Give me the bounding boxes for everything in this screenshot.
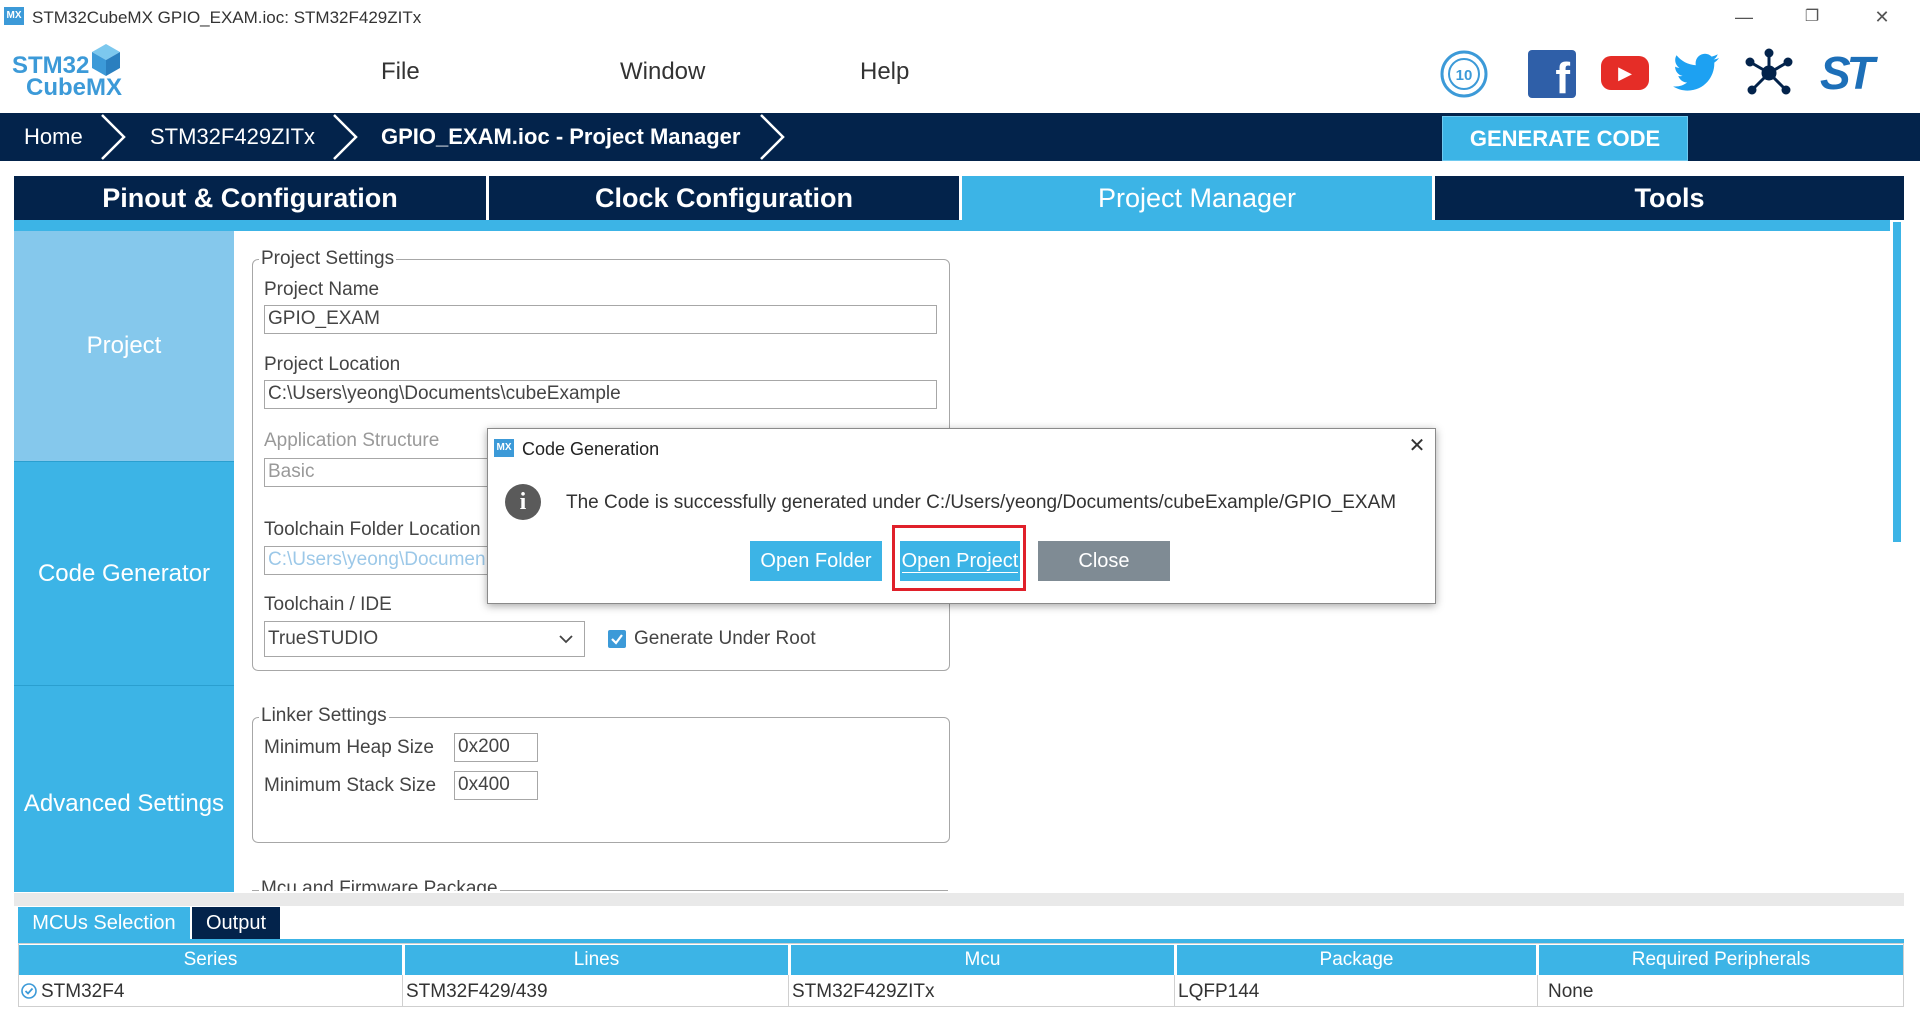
dialog-close-icon[interactable]: ✕ xyxy=(1404,433,1430,458)
minimize-button[interactable]: — xyxy=(1714,0,1774,36)
nav-code-generator[interactable]: Code Generator xyxy=(14,461,234,686)
cell-lines: STM32F429/439 xyxy=(406,981,548,1002)
toolchain-ide-value: TrueSTUDIO xyxy=(268,628,379,649)
project-name-label: Project Name xyxy=(264,279,380,300)
scrollbar-thumb[interactable] xyxy=(1893,222,1901,542)
linker-settings-legend: Linker Settings xyxy=(259,705,389,727)
breadcrumb-home[interactable]: Home xyxy=(24,113,83,161)
menu-window[interactable]: Window xyxy=(620,58,705,86)
toolchain-ide-select[interactable]: TrueSTUDIO xyxy=(264,621,585,657)
min-heap-input[interactable]: 0x200 xyxy=(454,733,538,762)
tab-clock-configuration[interactable]: Clock Configuration xyxy=(489,176,959,220)
anniversary-10-icon[interactable]: 10 xyxy=(1440,50,1488,98)
dialog-message: The Code is successfully generated under… xyxy=(566,492,1397,513)
tab-project-manager[interactable]: Project Manager xyxy=(962,176,1432,220)
project-settings-legend: Project Settings xyxy=(259,248,397,270)
open-folder-button[interactable]: Open Folder xyxy=(750,541,882,581)
toolchain-folder-label: Toolchain Folder Location xyxy=(264,519,481,540)
twitter-icon[interactable] xyxy=(1673,52,1721,94)
breadcrumb-current[interactable]: GPIO_EXAM.ioc - Project Manager xyxy=(381,113,740,161)
tab-output[interactable]: Output xyxy=(192,907,280,939)
tab-underline xyxy=(14,220,1904,231)
cell-divider xyxy=(1174,975,1175,1006)
menu-help[interactable]: Help xyxy=(860,58,909,86)
cell-divider xyxy=(1537,975,1538,1006)
info-icon: i xyxy=(505,484,541,520)
toolchain-ide-label: Toolchain / IDE xyxy=(264,594,392,615)
breadcrumb-chevron-icon xyxy=(101,114,126,160)
check-circle-icon xyxy=(21,983,37,999)
cell-divider xyxy=(402,975,403,1006)
breadcrumb-mcu[interactable]: STM32F429ZITx xyxy=(150,113,315,161)
restore-button[interactable]: ❐ xyxy=(1782,0,1842,36)
nav-advanced-settings[interactable]: Advanced Settings xyxy=(14,685,234,892)
project-name-input[interactable]: GPIO_EXAM xyxy=(264,305,937,334)
close-window-button[interactable]: ✕ xyxy=(1852,0,1912,36)
application-structure-label: Application Structure xyxy=(264,430,440,451)
window-title: STM32CubeMX GPIO_EXAM.ioc: STM32F429ZITx xyxy=(32,8,422,27)
checkmark-icon xyxy=(611,634,623,645)
tab-pinout-configuration[interactable]: Pinout & Configuration xyxy=(14,176,486,220)
youtube-icon[interactable]: ▶ xyxy=(1601,56,1649,90)
table-header-series[interactable]: Series xyxy=(19,945,402,975)
min-stack-label: Minimum Stack Size xyxy=(264,775,437,796)
table-header-mcu[interactable]: Mcu xyxy=(791,945,1174,975)
cell-divider xyxy=(788,975,789,1006)
cell-series: STM32F4 xyxy=(41,981,125,1002)
menu-file[interactable]: File xyxy=(381,58,420,86)
dialog-title: Code Generation xyxy=(522,439,660,459)
facebook-icon[interactable]: f xyxy=(1528,50,1576,98)
project-location-label: Project Location xyxy=(264,354,401,375)
chevron-down-icon xyxy=(559,635,573,644)
application-structure-select: Basic xyxy=(264,458,494,487)
app-icon: MX xyxy=(4,7,24,25)
cell-required-peripherals: None xyxy=(1548,981,1594,1002)
min-stack-input[interactable]: 0x400 xyxy=(454,771,538,800)
cube-icon xyxy=(92,44,120,76)
toolchain-folder-input: C:\Users\yeong\Documen xyxy=(264,546,494,575)
generate-under-root-checkbox[interactable] xyxy=(608,630,626,648)
nav-project[interactable]: Project xyxy=(14,231,234,461)
min-heap-label: Minimum Heap Size xyxy=(264,737,434,758)
mcu-firmware-legend-clip: Mcu and Firmware Package xyxy=(252,874,752,891)
table-header-package[interactable]: Package xyxy=(1177,945,1536,975)
st-logo[interactable]: ST xyxy=(1820,48,1910,98)
cell-package: LQFP144 xyxy=(1178,981,1260,1002)
generate-under-root-label: Generate Under Root xyxy=(634,628,816,649)
tab-mcus-selection[interactable]: MCUs Selection xyxy=(18,907,190,939)
table-header-lines[interactable]: Lines xyxy=(405,945,788,975)
code-generation-dialog: MX Code Generation ✕ i The Code is succe… xyxy=(487,428,1436,604)
breadcrumb-chevron-icon xyxy=(333,114,358,160)
svg-text:10: 10 xyxy=(1456,67,1473,84)
open-project-label: Open Project xyxy=(901,550,1019,573)
table-row[interactable] xyxy=(18,975,1904,1006)
dialog-app-icon: MX xyxy=(494,439,514,457)
generate-code-button[interactable]: GENERATE CODE xyxy=(1442,116,1688,161)
bottom-splitter[interactable] xyxy=(14,893,1904,906)
close-button[interactable]: Close xyxy=(1038,541,1170,581)
cell-mcu: STM32F429ZITx xyxy=(792,981,935,1002)
table-header-required-peripherals[interactable]: Required Peripherals xyxy=(1539,945,1903,975)
logo-line2: CubeMX xyxy=(26,74,122,101)
open-project-button[interactable]: Open Project xyxy=(900,541,1020,581)
mcu-firmware-legend: Mcu and Firmware Package xyxy=(259,878,500,891)
breadcrumb-chevron-icon xyxy=(760,114,785,160)
project-location-input[interactable]: C:\Users\yeong\Documents\cubeExample xyxy=(264,380,937,409)
network-icon[interactable] xyxy=(1744,48,1794,98)
tab-tools[interactable]: Tools xyxy=(1435,176,1904,220)
